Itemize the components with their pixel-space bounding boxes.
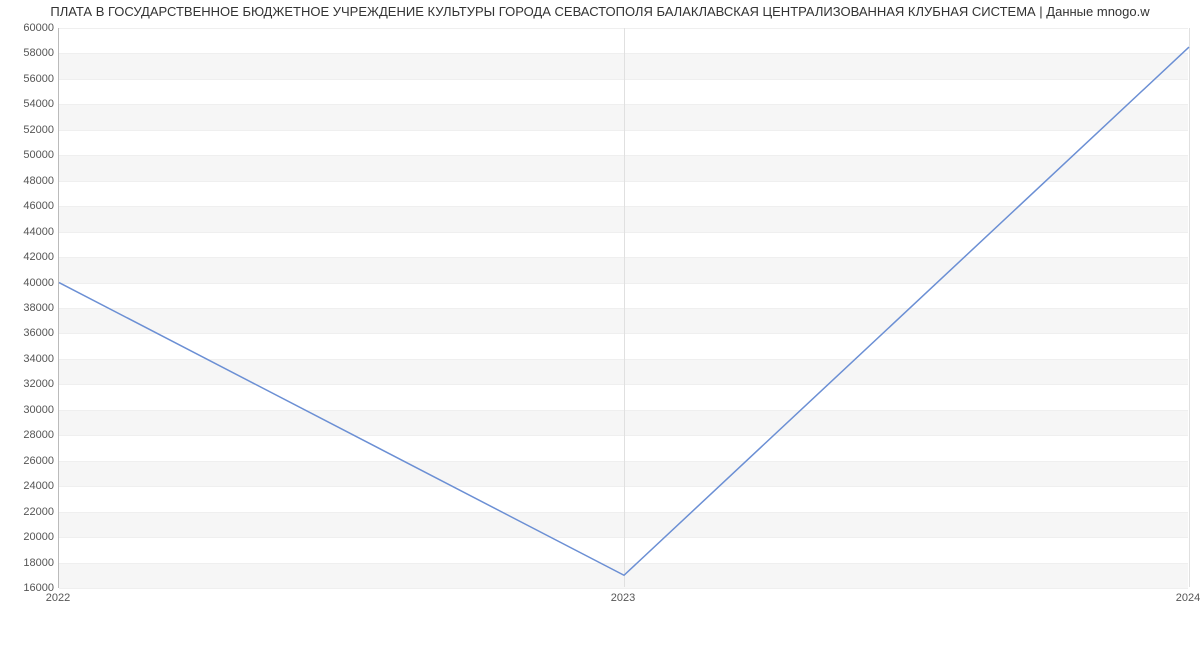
y-tick-label: 26000 bbox=[4, 455, 54, 467]
y-tick-label: 60000 bbox=[4, 22, 54, 34]
x-tick-label: 2023 bbox=[611, 592, 635, 604]
chart-title: ПЛАТА В ГОСУДАРСТВЕННОЕ БЮДЖЕТНОЕ УЧРЕЖД… bbox=[0, 4, 1200, 19]
y-tick-label: 28000 bbox=[4, 429, 54, 441]
y-tick-label: 24000 bbox=[4, 480, 54, 492]
x-tick-label: 2022 bbox=[46, 592, 70, 604]
y-tick-label: 18000 bbox=[4, 557, 54, 569]
y-tick-label: 36000 bbox=[4, 327, 54, 339]
y-tick-label: 44000 bbox=[4, 226, 54, 238]
line-series bbox=[59, 28, 1188, 587]
y-tick-label: 22000 bbox=[4, 506, 54, 518]
y-tick-label: 58000 bbox=[4, 47, 54, 59]
plot-area bbox=[58, 28, 1188, 588]
x-tick-label: 2024 bbox=[1176, 592, 1200, 604]
y-tick-label: 38000 bbox=[4, 302, 54, 314]
y-tick-label: 20000 bbox=[4, 531, 54, 543]
y-tick-label: 50000 bbox=[4, 149, 54, 161]
y-tick-label: 56000 bbox=[4, 73, 54, 85]
y-tick-label: 54000 bbox=[4, 98, 54, 110]
y-tick-label: 46000 bbox=[4, 200, 54, 212]
y-tick-label: 48000 bbox=[4, 175, 54, 187]
y-tick-label: 32000 bbox=[4, 378, 54, 390]
y-tick-label: 52000 bbox=[4, 124, 54, 136]
y-tick-label: 40000 bbox=[4, 277, 54, 289]
y-tick-label: 30000 bbox=[4, 404, 54, 416]
y-tick-label: 34000 bbox=[4, 353, 54, 365]
y-tick-label: 42000 bbox=[4, 251, 54, 263]
